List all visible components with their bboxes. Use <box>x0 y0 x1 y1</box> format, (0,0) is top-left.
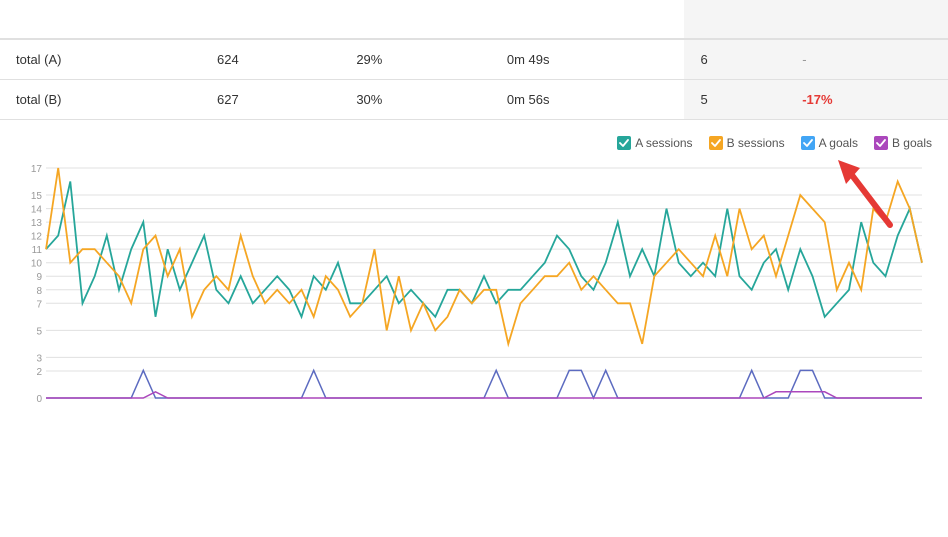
sessions-chart: 0 2 3 5 7 8 9 10 11 12 13 14 15 17 <box>16 158 932 418</box>
legend-icon <box>874 136 888 150</box>
legend-label: B goals <box>892 136 932 150</box>
cell-improvement: - <box>786 39 948 80</box>
table-row: total (B) 627 30% 0m 56s 5 -17% <box>0 80 948 120</box>
cell-scrolls: 30% <box>340 80 491 120</box>
cell-variant: total (B) <box>0 80 201 120</box>
col-header-goal <box>684 0 786 39</box>
legend-item[interactable]: A sessions <box>617 136 692 150</box>
svg-text:15: 15 <box>31 191 43 202</box>
cell-goal: 5 <box>684 80 786 120</box>
svg-text:14: 14 <box>31 205 43 216</box>
svg-text:2: 2 <box>36 367 42 378</box>
cell-sessions: 624 <box>201 39 340 80</box>
svg-text:12: 12 <box>31 232 43 243</box>
col-header-variants <box>0 0 201 39</box>
col-header-improvement <box>786 0 948 39</box>
svg-text:8: 8 <box>36 286 42 297</box>
legend-label: B sessions <box>727 136 785 150</box>
legend-item[interactable]: A goals <box>801 136 858 150</box>
svg-text:5: 5 <box>36 326 42 337</box>
svg-text:13: 13 <box>31 218 43 229</box>
cell-avg-session: 0m 49s <box>491 39 685 80</box>
col-header-sessions <box>201 0 340 39</box>
svg-text:0: 0 <box>36 394 42 405</box>
svg-text:9: 9 <box>36 272 42 283</box>
cell-goal: 6 <box>684 39 786 80</box>
chart-legend: A sessions B sessions A goals B goals <box>557 136 932 150</box>
chart-header: A sessions B sessions A goals B goals <box>0 120 948 158</box>
table-row: total (A) 624 29% 0m 49s 6 - <box>0 39 948 80</box>
legend-item[interactable]: B sessions <box>709 136 785 150</box>
svg-text:3: 3 <box>36 353 42 364</box>
legend-icon <box>709 136 723 150</box>
cell-variant: total (A) <box>0 39 201 80</box>
legend-label: A goals <box>819 136 858 150</box>
svg-text:10: 10 <box>31 259 43 270</box>
cell-avg-session: 0m 56s <box>491 80 685 120</box>
svg-text:7: 7 <box>36 299 42 310</box>
cell-improvement: -17% <box>786 80 948 120</box>
chart-wrapper: 0 2 3 5 7 8 9 10 11 12 13 14 15 17 <box>0 158 948 429</box>
col-header-avg-session <box>491 0 685 39</box>
legend-icon <box>801 136 815 150</box>
legend-icon <box>617 136 631 150</box>
svg-text:11: 11 <box>32 245 43 256</box>
legend-label: A sessions <box>635 136 692 150</box>
ab-test-table: total (A) 624 29% 0m 49s 6 - total (B) 6… <box>0 0 948 120</box>
cell-scrolls: 29% <box>340 39 491 80</box>
cell-sessions: 627 <box>201 80 340 120</box>
legend-item[interactable]: B goals <box>874 136 932 150</box>
svg-text:17: 17 <box>31 164 43 175</box>
col-header-scrolls <box>340 0 491 39</box>
